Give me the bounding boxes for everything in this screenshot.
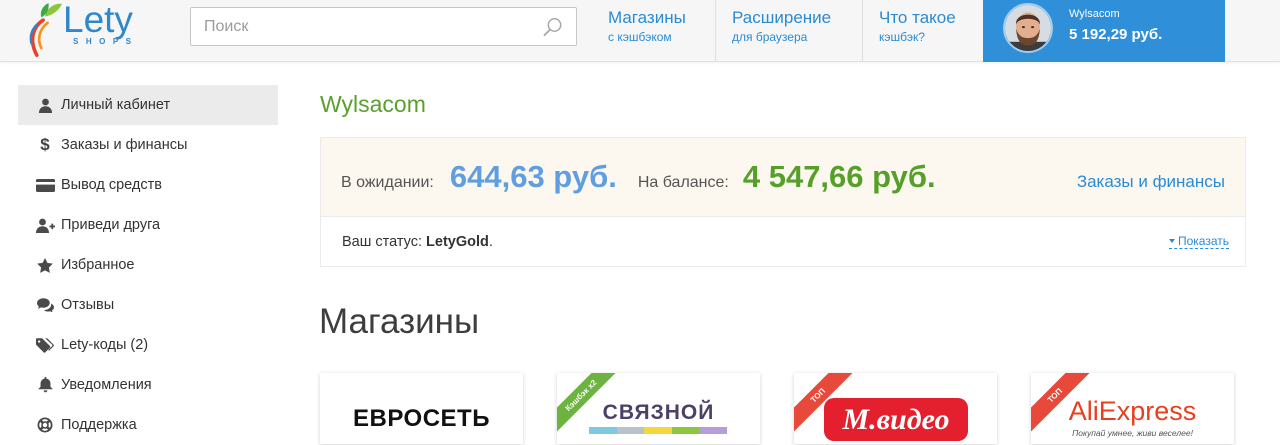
pending-label: В ожидании: [341, 174, 434, 191]
sidebar-item-label: Lety-коды (2) [61, 337, 149, 353]
show-details-label: Показать [1177, 234, 1229, 248]
sidebar-item-label: Вывод средств [61, 177, 162, 193]
aliexpress-tagline: Покупай умнее, живи веселее! [1072, 428, 1193, 438]
lety-shops-logo[interactable]: Lety SHOPS [26, 0, 146, 60]
nav-stores-title: Магазины [608, 8, 686, 27]
status-label: Ваш статус: [342, 233, 423, 250]
sidebar-item-withdraw[interactable]: Вывод средств [18, 165, 278, 205]
nav-divider [715, 0, 716, 61]
store-card-mvideo[interactable]: M.видео ТОП [794, 373, 997, 444]
sidebar-item-favorites[interactable]: Избранное [18, 245, 278, 285]
svyaznoy-logo: СВЯЗНОЙ [602, 401, 715, 424]
balance-panel: В ожидании: 644,63 руб. На балансе: 4 54… [320, 137, 1246, 267]
store-card-euroset[interactable]: ЕВРОСЕТЬ [320, 373, 523, 444]
nav-stores[interactable]: Магазины с кэшбэком [608, 0, 686, 62]
nav-what-is-cashback[interactable]: Что такое кэшбэк? [879, 0, 956, 62]
header: Lety SHOPS Магазины с кэшбэком Расширени… [0, 0, 1280, 62]
svyaznoy-logo-stripe [589, 427, 727, 434]
logo-text: Lety [63, 0, 133, 40]
sidebar-item-label: Приведи друга [61, 217, 161, 233]
page-title: Wylsacom [320, 91, 426, 117]
status-row: Ваш статус: LetyGold. Показать [321, 217, 1245, 266]
balance-summary: В ожидании: 644,63 руб. На балансе: 4 54… [321, 138, 1245, 217]
sidebar-item-label: Уведомления [61, 377, 152, 393]
stripe-segment [671, 427, 700, 434]
sidebar-item-support[interactable]: Поддержка [18, 405, 278, 445]
life-ring-icon [35, 417, 55, 433]
sidebar-item-label: Отзывы [61, 297, 115, 313]
tags-icon [35, 337, 55, 353]
store-card-svyaznoy[interactable]: СВЯЗНОЙ Кэшбэк x2 [557, 373, 760, 444]
sidebar-item-label: Поддержка [61, 417, 137, 433]
mvideo-logo-text: M.видео [842, 402, 950, 436]
bell-icon [35, 377, 55, 393]
nav-extension-title: Расширение [732, 8, 832, 27]
sidebar-item-invite-friend[interactable]: Приведи друга [18, 205, 278, 245]
balance-label: На балансе: [637, 174, 729, 191]
sidebar-item-notifications[interactable]: Уведомления [18, 365, 278, 405]
pending-amount: 644,63 руб. [449, 159, 617, 194]
search-box [190, 7, 577, 46]
credit-card-icon [35, 177, 55, 193]
nav-divider [862, 0, 863, 61]
orders-finance-link[interactable]: Заказы и финансы [1077, 172, 1225, 192]
app: Lety SHOPS Магазины с кэшбэком Расширени… [0, 0, 1280, 445]
mvideo-logo: M.видео [824, 398, 968, 441]
comments-icon [35, 297, 55, 313]
search-icon[interactable] [543, 17, 563, 37]
sidebar-item-label: Личный кабинет [61, 97, 171, 113]
caret-down-icon [1168, 239, 1175, 243]
logo-bird-icon [29, 3, 62, 57]
sidebar-item-orders[interactable]: Заказы и финансы [18, 125, 278, 165]
avatar [1003, 3, 1053, 53]
nav-extension[interactable]: Расширение для браузера [732, 0, 831, 62]
stripe-segment [699, 427, 727, 434]
stripe-segment [616, 427, 645, 434]
store-card-aliexpress[interactable]: AliExpress Покупай умнее, живи веселее! … [1031, 373, 1234, 444]
user-icon [35, 97, 55, 113]
star-icon [35, 257, 55, 273]
sidebar-item-reviews[interactable]: Отзывы [18, 285, 278, 325]
badge-label: ТОП [808, 386, 828, 405]
show-details-link[interactable]: Показать [1168, 234, 1229, 249]
logo-subtext: SHOPS [73, 37, 139, 46]
nav-what-is-title: Что такое [879, 8, 956, 27]
sidebar-item-label: Избранное [61, 257, 135, 273]
avatar-photo [1005, 5, 1051, 51]
dollar-icon [35, 137, 55, 153]
sidebar: Личный кабинет Заказы и финансы Вывод ср… [18, 85, 278, 445]
stripe-segment [589, 427, 617, 434]
stores-heading: Магазины [319, 302, 480, 341]
user-balance: 5 192,29 руб. [1069, 26, 1163, 43]
search-input[interactable] [191, 8, 576, 45]
user-name: Wylsacom [1069, 8, 1120, 20]
sidebar-item-label: Заказы и финансы [61, 137, 188, 153]
balance-amount: 4 547,66 руб. [742, 159, 936, 194]
user-menu[interactable]: Wylsacom 5 192,29 руб. [983, 0, 1225, 62]
balance-row: В ожидании: 644,63 руб. На балансе: 4 54… [341, 159, 1225, 195]
nav-extension-subtitle: для браузера [732, 30, 808, 44]
sidebar-item-profile[interactable]: Личный кабинет [18, 85, 278, 125]
euroset-logo: ЕВРОСЕТЬ [353, 405, 490, 432]
nav-what-is-subtitle: кэшбэк? [879, 30, 925, 44]
stripe-segment [644, 427, 672, 434]
user-plus-icon [35, 217, 55, 233]
sidebar-item-lety-codes[interactable]: Lety-коды (2) [18, 325, 278, 365]
status-value: LetyGold [426, 233, 489, 250]
nav-stores-subtitle: с кэшбэком [608, 30, 672, 44]
status-suffix: . [488, 233, 493, 250]
